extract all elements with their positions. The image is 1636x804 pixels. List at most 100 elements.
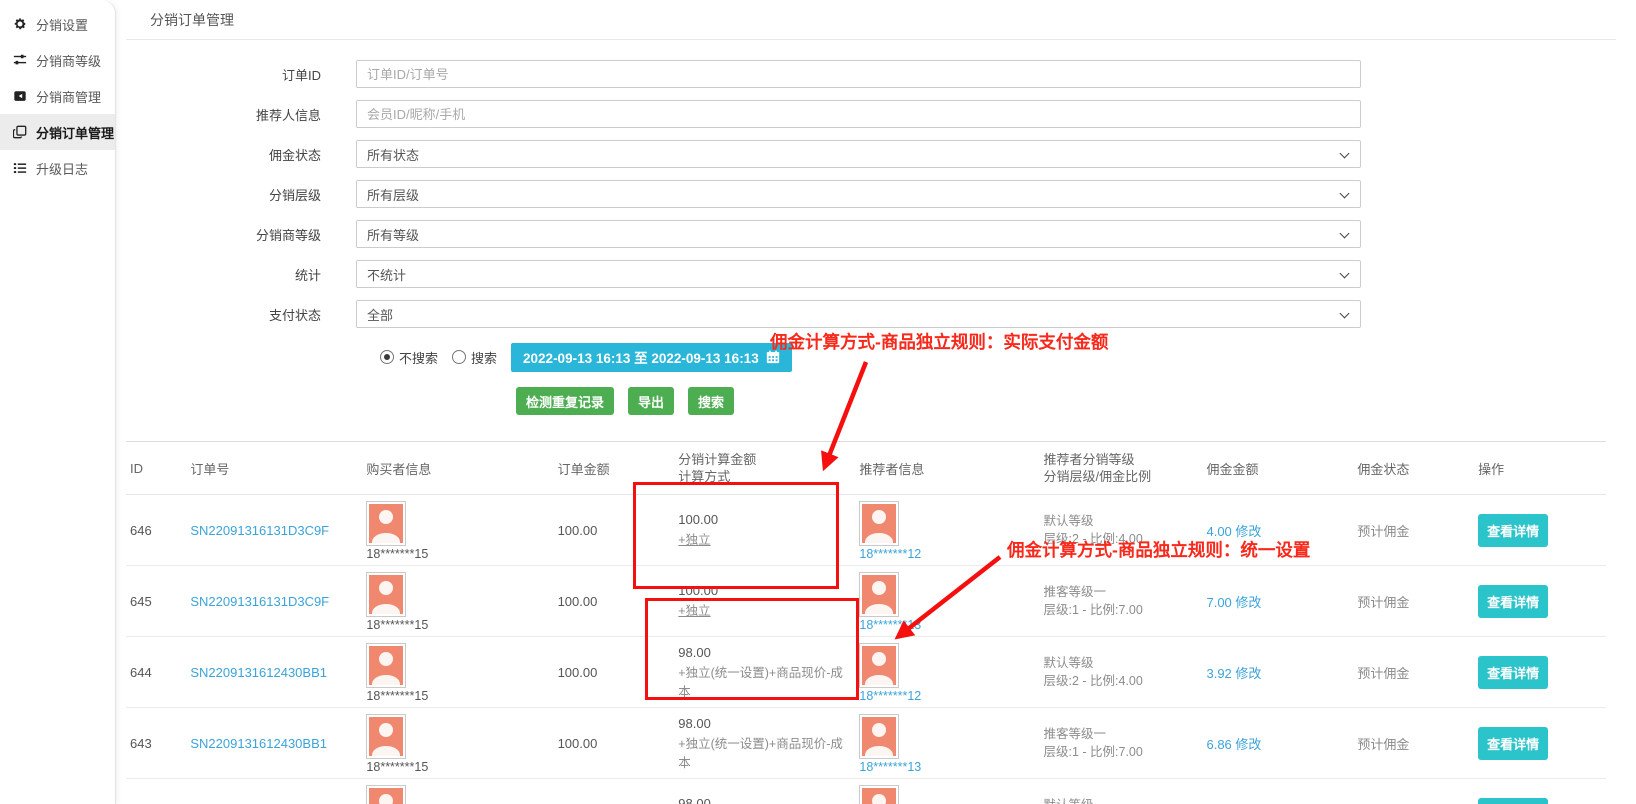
commission-cell: 6.86 修改	[1202, 708, 1353, 779]
modify-link[interactable]: 修改	[1235, 666, 1261, 681]
order-number-link[interactable]: SN2209131612430BB1	[190, 736, 327, 751]
table-row: 646 SN22091316131D3C9F 18*******15 100.0…	[126, 495, 1606, 566]
buyer-phone: 18*******15	[366, 618, 549, 632]
col-ref-level: 推荐者分销等级分销层级/佣金比例	[1040, 442, 1203, 495]
order-amount: 100.00	[554, 637, 675, 708]
buyer-avatar	[366, 714, 406, 759]
buyer-avatar	[366, 785, 406, 804]
sidebar-item-label: 分销订单管理	[36, 123, 114, 142]
chevron-down-icon	[1340, 269, 1350, 279]
order-id-input[interactable]	[367, 67, 1350, 82]
view-details-button[interactable]: 查看详情	[1478, 656, 1548, 689]
buyer-avatar	[366, 643, 406, 688]
no-search-radio[interactable]: 不搜索	[380, 348, 438, 367]
chevron-down-icon	[1340, 149, 1350, 159]
commission-amount: 6.86	[1206, 737, 1231, 752]
annotation-independent-rule-unified-setting: 佣金计算方式-商品独立规则：统一设置	[1007, 537, 1310, 562]
distributor-grade-select[interactable]: 所有等级	[356, 220, 1361, 248]
sidebar-item-label: 分销设置	[36, 15, 88, 34]
col-order-no: 订单号	[186, 442, 362, 495]
referrer-phone-link[interactable]: 18*******13	[859, 618, 1035, 632]
annotation-independent-rule-paid-amount: 佣金计算方式-商品独立规则：实际支付金额	[770, 329, 1108, 354]
calc-cell: 98.00 +商品现价-成本	[674, 779, 855, 804]
table-row: 644 SN2209131612430BB1 18*******15 100.0…	[126, 637, 1606, 708]
view-details-button[interactable]: 查看详情	[1478, 727, 1548, 760]
copy-orders-icon	[12, 125, 27, 140]
sidebar-item-label: 分销商等级	[36, 51, 101, 70]
order-number-link[interactable]: SN2209131612430BB1	[190, 665, 327, 680]
view-details-button[interactable]: 查看详情	[1478, 798, 1548, 804]
commission-cell: 3.92 修改	[1202, 779, 1353, 804]
distributor-grade-label: 分销商等级	[126, 225, 356, 244]
statistics-select[interactable]: 不统计	[356, 260, 1361, 288]
export-button[interactable]: 导出	[628, 387, 674, 415]
row-id: 646	[126, 495, 186, 566]
order-number-link[interactable]: SN22091316131D3C9F	[190, 594, 329, 609]
modify-link[interactable]: 修改	[1235, 595, 1261, 610]
modify-link[interactable]: 修改	[1235, 737, 1261, 752]
distribution-level-label: 分销层级	[126, 185, 356, 204]
buyer-avatar	[366, 501, 406, 546]
order-number-link[interactable]: SN22091316131D3C9F	[190, 523, 329, 538]
referrer-phone-link[interactable]: 18*******13	[859, 760, 1035, 774]
ref-level-cell: 默认等级层级:2 - 比例:4.00	[1040, 779, 1203, 804]
gear-icon	[12, 17, 27, 32]
payment-status-select[interactable]: 全部	[356, 300, 1361, 328]
radio-unselected-icon	[452, 350, 466, 364]
breadcrumb: 分销订单管理	[126, 0, 1616, 40]
col-calc: 分销计算金额计算方式	[674, 442, 855, 495]
referrer-avatar	[859, 714, 899, 759]
statistics-label: 统计	[126, 265, 356, 284]
col-commission: 佣金金额	[1202, 442, 1353, 495]
table-header-row: ID 订单号 购买者信息 订单金额 分销计算金额计算方式 推荐者信息 推荐者分销…	[126, 442, 1606, 495]
table-row: 642 SN22091315524A9E6B 18*******15 100.0…	[126, 779, 1606, 804]
referrer-info-input[interactable]	[367, 107, 1350, 122]
payment-status-label: 支付状态	[126, 305, 356, 324]
table-row: 645 SN22091316131D3C9F 18*******15 100.0…	[126, 566, 1606, 637]
distribution-level-select[interactable]: 所有层级	[356, 180, 1361, 208]
calc-cell: 98.00 +独立(统一设置)+商品现价-成本	[674, 708, 855, 779]
commission-status: 预计佣金	[1353, 708, 1474, 779]
sidebar-item-distribution-orders[interactable]: 分销订单管理	[0, 114, 115, 150]
sidebar: 分销设置 分销商等级 分销商管理 分销订单管理 升级日志	[0, 0, 116, 804]
order-amount: 100.00	[554, 779, 675, 804]
commission-amount: 3.92	[1206, 666, 1231, 681]
referrer-avatar	[859, 501, 899, 546]
check-duplicates-button[interactable]: 检测重复记录	[516, 387, 614, 415]
distribution-order-page: 分销设置 分销商等级 分销商管理 分销订单管理 升级日志	[0, 0, 1636, 804]
view-details-button[interactable]: 查看详情	[1478, 585, 1548, 618]
page-title: 分销订单管理	[150, 10, 234, 30]
search-radio[interactable]: 搜索	[452, 348, 497, 367]
search-button[interactable]: 搜索	[688, 387, 734, 415]
commission-status: 预计佣金	[1353, 495, 1474, 566]
sidebar-item-distribution-settings[interactable]: 分销设置	[0, 6, 115, 42]
commission-status-label: 佣金状态	[126, 145, 356, 164]
referrer-phone-link[interactable]: 18*******12	[859, 689, 1035, 703]
commission-status-select[interactable]: 所有状态	[356, 140, 1361, 168]
buyer-phone: 18*******15	[366, 760, 549, 774]
sliders-icon	[12, 53, 27, 68]
ref-level-cell: 推客等级一层级:1 - 比例:7.00	[1040, 708, 1203, 779]
chevron-down-icon	[1340, 189, 1350, 199]
radio-selected-icon	[380, 350, 394, 364]
commission-cell: 7.00 修改	[1202, 566, 1353, 637]
order-amount: 100.00	[554, 566, 675, 637]
sidebar-item-label: 升级日志	[36, 159, 88, 178]
date-range-button[interactable]: 2022-09-13 16:13 至 2022-09-13 16:13	[511, 343, 792, 372]
orders-table: ID 订单号 购买者信息 订单金额 分销计算金额计算方式 推荐者信息 推荐者分销…	[126, 441, 1616, 804]
chevron-down-icon	[1340, 309, 1350, 319]
row-id: 645	[126, 566, 186, 637]
calc-cell: 100.00 +独立	[674, 566, 855, 637]
sidebar-item-distributor-levels[interactable]: 分销商等级	[0, 42, 115, 78]
sidebar-item-distributor-management[interactable]: 分销商管理	[0, 78, 115, 114]
referrer-avatar	[859, 572, 899, 617]
view-details-button[interactable]: 查看详情	[1478, 514, 1548, 547]
col-amount: 订单金额	[554, 442, 675, 495]
col-buyer: 购买者信息	[362, 442, 553, 495]
filter-form: 订单ID 推荐人信息 佣金状态 所有状态 分销层级 所有层级	[126, 40, 1616, 415]
commission-status: 预计佣金	[1353, 566, 1474, 637]
main-content: 分销订单管理 订单ID 推荐人信息 佣金状态 所有状态 分销层级	[116, 0, 1636, 804]
col-referrer: 推荐者信息	[855, 442, 1039, 495]
commission-status: 预计佣金	[1353, 637, 1474, 708]
sidebar-item-upgrade-log[interactable]: 升级日志	[0, 150, 115, 186]
